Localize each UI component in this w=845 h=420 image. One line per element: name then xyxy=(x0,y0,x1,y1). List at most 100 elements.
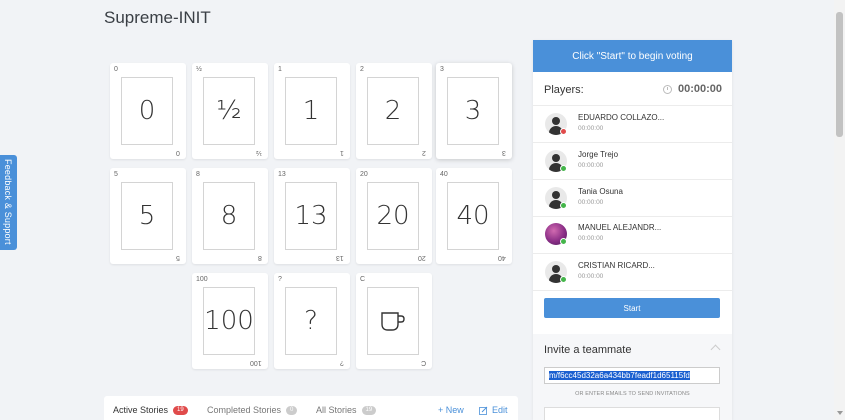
player-time: 00:00:00 xyxy=(578,125,604,132)
page-title: Supreme-INIT xyxy=(104,8,211,27)
coffee-cup-icon xyxy=(381,312,405,331)
card-0[interactable]: 0 0 0 xyxy=(110,63,186,159)
card-face: 40 xyxy=(447,182,499,250)
card-coffee[interactable]: C C xyxy=(356,273,432,369)
card-corner-top: 40 xyxy=(440,171,448,178)
card-face: ½ xyxy=(203,77,255,145)
status-dot-offline xyxy=(560,128,567,135)
start-button[interactable]: Start xyxy=(544,298,720,318)
card-question[interactable]: ? ? ? xyxy=(274,273,350,369)
tab-active-stories[interactable]: Active Stories 19 xyxy=(113,405,188,415)
player-name: Jorge Trejo xyxy=(578,150,619,159)
card-face: 1 xyxy=(285,77,337,145)
status-dot-online xyxy=(560,238,567,245)
card-corner-bottom: 3 xyxy=(502,149,506,156)
scrollbar[interactable] xyxy=(834,0,845,420)
clock-icon xyxy=(662,84,672,94)
voting-banner: Click "Start" to begin voting xyxy=(533,40,732,72)
card-face: 100 xyxy=(203,287,255,355)
count-badge: 0 xyxy=(286,405,298,415)
card-corner-bottom: 100 xyxy=(250,359,262,366)
card-corner-top: 8 xyxy=(196,171,200,178)
stories-panel: Active Stories 19 Completed Stories 0 Al… xyxy=(104,396,518,420)
voting-sidebar: Click "Start" to begin voting Players: 0… xyxy=(533,40,732,420)
divider xyxy=(533,142,732,143)
player-name: Tania Osuna xyxy=(578,187,623,196)
card-1[interactable]: 1 1 1 xyxy=(274,63,350,159)
edit-stories-button[interactable]: Edit xyxy=(479,405,508,415)
card-corner-bottom: 0 xyxy=(176,149,180,156)
card-corner-top: 0 xyxy=(114,66,118,73)
card-corner-bottom: 1 xyxy=(340,149,344,156)
card-corner-top: 20 xyxy=(360,171,368,178)
card-face xyxy=(367,287,419,355)
card-corner-top: 1 xyxy=(278,66,282,73)
card-5[interactable]: 5 5 5 xyxy=(110,168,186,264)
card-3[interactable]: 3 3 3 xyxy=(436,63,512,159)
chevron-up-icon[interactable] xyxy=(710,344,721,355)
card-corner-top: 2 xyxy=(360,66,364,73)
email-input[interactable] xyxy=(544,407,720,420)
feedback-label: Feedback & Support xyxy=(3,159,13,245)
card-corner-top: 3 xyxy=(440,66,444,73)
scroll-thumb[interactable] xyxy=(836,12,843,137)
invite-section: Invite a teammate m/f6cc45d32a6a434bb7fe… xyxy=(533,334,732,420)
session-timer: 00:00:00 xyxy=(662,83,722,95)
card-40[interactable]: 40 40 40 xyxy=(436,168,512,264)
card-8[interactable]: 8 8 8 xyxy=(192,168,268,264)
player-name: CRISTIAN RICARD... xyxy=(578,261,655,270)
player-time: 00:00:00 xyxy=(578,162,604,169)
card-face: 3 xyxy=(447,77,499,145)
card-corner-top: ? xyxy=(278,276,282,283)
count-badge: 19 xyxy=(361,405,377,415)
invite-link-field[interactable]: m/f6cc45d32a6a434bb7feadf1d65115fd xyxy=(544,367,720,384)
card-corner-bottom: ½ xyxy=(256,149,262,156)
tab-label: All Stories xyxy=(316,405,357,415)
card-face: 13 xyxy=(285,182,337,250)
count-badge: 19 xyxy=(173,405,188,415)
card-corner-bottom: 5 xyxy=(176,254,180,261)
invite-heading: Invite a teammate xyxy=(544,344,632,356)
tab-all-stories[interactable]: All Stories 19 xyxy=(316,405,377,415)
card-corner-bottom: 40 xyxy=(498,254,506,261)
card-100[interactable]: 100 100 100 xyxy=(192,273,268,369)
card-corner-bottom: ? xyxy=(340,359,344,366)
card-face: 5 xyxy=(121,182,173,250)
status-dot-online xyxy=(560,202,567,209)
card-face: 2 xyxy=(367,77,419,145)
tab-label: Completed Stories xyxy=(207,405,282,415)
new-story-button[interactable]: + New xyxy=(438,405,464,415)
card-corner-top: ½ xyxy=(196,66,202,73)
player-time: 00:00:00 xyxy=(578,273,604,280)
edit-label: Edit xyxy=(492,405,508,415)
card-half[interactable]: ½ ½ ½ xyxy=(192,63,268,159)
card-corner-bottom: 13 xyxy=(336,254,344,261)
card-corner-bottom: 2 xyxy=(422,149,426,156)
divider xyxy=(533,290,732,291)
card-face: 20 xyxy=(367,182,419,250)
divider xyxy=(533,179,732,180)
invite-link-text: m/f6cc45d32a6a434bb7feadf1d65115fd xyxy=(549,371,690,380)
divider xyxy=(533,105,732,106)
divider xyxy=(533,253,732,254)
invite-hint: OR ENTER EMAILS TO SEND INVITATIONS xyxy=(575,391,690,397)
card-20[interactable]: 20 20 20 xyxy=(356,168,432,264)
status-dot-online xyxy=(560,165,567,172)
status-dot-online xyxy=(560,276,567,283)
scroll-down-arrow-icon[interactable] xyxy=(837,411,843,415)
card-corner-top: 100 xyxy=(196,276,208,283)
feedback-support-tab[interactable]: Feedback & Support xyxy=(0,155,17,250)
player-name: EDUARDO COLLAZO... xyxy=(578,113,665,122)
divider xyxy=(533,216,732,217)
card-face: 0 xyxy=(121,77,173,145)
tab-completed-stories[interactable]: Completed Stories 0 xyxy=(207,405,298,415)
tab-label: Active Stories xyxy=(113,405,169,415)
player-time: 00:00:00 xyxy=(578,235,604,242)
card-13[interactable]: 13 13 13 xyxy=(274,168,350,264)
players-heading: Players: xyxy=(544,84,584,96)
timer-value: 00:00:00 xyxy=(677,83,722,95)
card-2[interactable]: 2 2 2 xyxy=(356,63,432,159)
card-corner-top: 13 xyxy=(278,171,286,178)
card-corner-bottom: 20 xyxy=(418,254,426,261)
card-corner-top: C xyxy=(360,276,366,283)
